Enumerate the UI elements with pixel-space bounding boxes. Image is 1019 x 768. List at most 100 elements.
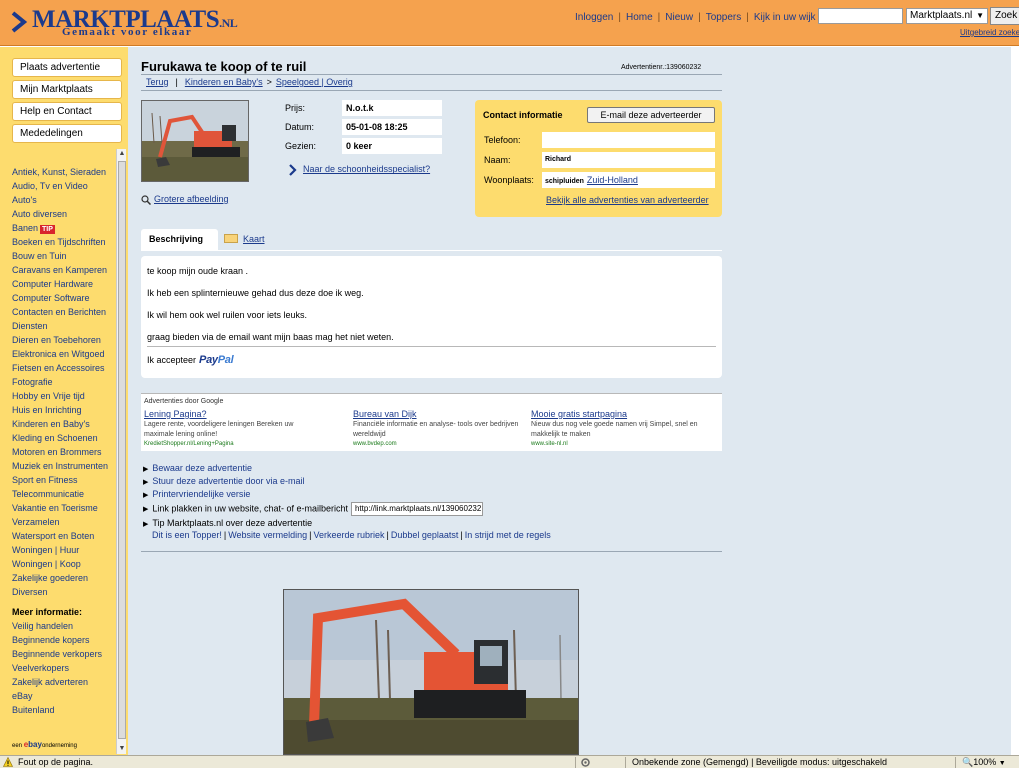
description-line: Ik wil hem ook wel ruilen voor iets leuk… bbox=[147, 310, 308, 320]
triangle-right-icon: ▶ bbox=[143, 479, 149, 486]
action-save[interactable]: ▶ Bewaar deze advertentie bbox=[143, 463, 252, 473]
category-link[interactable]: Caravans en Kamperen bbox=[12, 263, 114, 277]
google-ad[interactable]: Bureau van Dijk Financiële informatie en… bbox=[353, 409, 525, 447]
report-links: Dit is een Topper! | Website vermelding | Ve… bbox=[152, 530, 551, 540]
nav-home[interactable]: Home bbox=[626, 12, 653, 23]
category-link[interactable]: Audio, Tv en Video bbox=[12, 179, 114, 193]
divider bbox=[625, 757, 626, 768]
category-link[interactable]: Verzamelen bbox=[12, 515, 114, 529]
status-message[interactable]: Fout op de pagina. bbox=[18, 756, 93, 768]
nav-toppers[interactable]: Toppers bbox=[706, 12, 742, 23]
category-link[interactable]: Antiek, Kunst, Sieraden bbox=[12, 165, 114, 179]
zoom-level[interactable]: 🔍100% ▼ bbox=[962, 756, 1006, 768]
divider bbox=[141, 250, 722, 251]
category-link[interactable]: Muziek en Instrumenten bbox=[12, 459, 114, 473]
category-link[interactable]: Zakelijke goederen bbox=[12, 571, 114, 585]
info-link[interactable]: Zakelijk adverteren bbox=[12, 675, 114, 689]
info-link[interactable]: Veelverkopers bbox=[12, 661, 114, 675]
ad-main-image bbox=[283, 589, 579, 755]
specialist-link[interactable]: Naar de schoonheidsspecialist? bbox=[288, 163, 430, 177]
category-list: Antiek, Kunst, Sieraden Audio, Tv en Vid… bbox=[12, 165, 114, 717]
report-wrong-category[interactable]: Verkeerde rubriek bbox=[313, 530, 384, 540]
category-link[interactable]: Computer Hardware bbox=[12, 277, 114, 291]
sidebar-button-place-ad[interactable]: Plaats advertentie bbox=[12, 58, 122, 77]
advanced-search-link[interactable]: Uitgebreid zoeken bbox=[960, 28, 1019, 37]
breadcrumb-back[interactable]: Terug bbox=[146, 77, 169, 87]
tab-map[interactable]: Kaart bbox=[224, 230, 274, 249]
sidebar-scrollbar[interactable]: ▲ ▼ bbox=[116, 149, 126, 754]
report-website[interactable]: Website vermelding bbox=[228, 530, 307, 540]
scroll-down-icon[interactable]: ▼ bbox=[117, 744, 127, 754]
scroll-up-icon[interactable]: ▲ bbox=[117, 149, 127, 159]
ad-thumbnail-image[interactable] bbox=[141, 100, 249, 182]
category-link[interactable]: Auto diversen bbox=[12, 207, 114, 221]
category-link[interactable]: Kleding en Schoenen bbox=[12, 431, 114, 445]
category-link[interactable]: Bouw en Tuin bbox=[12, 249, 114, 263]
all-ads-link[interactable]: Bekijk alle advertenties van adverteerde… bbox=[546, 195, 709, 205]
category-link[interactable]: Woningen | Huur bbox=[12, 543, 114, 557]
site-tagline: Gemaakt voor elkaar bbox=[62, 26, 193, 38]
category-link[interactable]: Fietsen en Accessoires bbox=[12, 361, 114, 375]
name-label: Naam: bbox=[484, 155, 511, 165]
warning-icon[interactable] bbox=[3, 757, 13, 767]
category-link[interactable]: Fotografie bbox=[12, 375, 114, 389]
category-link[interactable]: Diversen bbox=[12, 585, 114, 599]
category-link[interactable]: Elektronica en Witgoed bbox=[12, 347, 114, 361]
larger-image-link[interactable]: Grotere afbeelding bbox=[141, 194, 229, 205]
category-link[interactable]: Kinderen en Baby's bbox=[12, 417, 114, 431]
category-link[interactable]: Boeken en Tijdschriften bbox=[12, 235, 114, 249]
tip-badge: TIP bbox=[40, 225, 55, 234]
security-zone: Onbekende zone (Gemengd) | Beveiligde mo… bbox=[632, 757, 887, 767]
nav-neighbourhood[interactable]: Kijk in uw wijk bbox=[754, 12, 816, 23]
tab-description[interactable]: Beschrijving bbox=[141, 229, 218, 250]
category-link[interactable]: Watersport en Boten bbox=[12, 529, 114, 543]
action-print[interactable]: ▶ Printervriendelijke versie bbox=[143, 489, 250, 499]
sidebar-button-help[interactable]: Help en Contact bbox=[12, 102, 122, 121]
date-value: 05-01-08 18:25 bbox=[342, 119, 442, 135]
chevron-down-icon: ▼ bbox=[976, 11, 984, 20]
breadcrumb-subcategory[interactable]: Speelgoed | Overig bbox=[276, 77, 353, 87]
google-ad[interactable]: Lening Pagina? Lagere rente, voordeliger… bbox=[144, 409, 316, 447]
category-link[interactable]: Huis en Inrichting bbox=[12, 403, 114, 417]
payment-accept: Ik accepteer PayPal bbox=[147, 354, 234, 366]
info-link[interactable]: Beginnende verkopers bbox=[12, 647, 114, 661]
email-advertiser-button[interactable]: E-mail deze adverteerder bbox=[587, 107, 715, 123]
category-link[interactable]: Sport en Fitness bbox=[12, 473, 114, 487]
report-duplicate[interactable]: Dubbel geplaatst bbox=[391, 530, 459, 540]
views-value: 0 keer bbox=[342, 138, 442, 154]
category-link[interactable]: Computer Software bbox=[12, 291, 114, 305]
search-button[interactable]: Zoek bbox=[990, 7, 1019, 25]
category-link[interactable]: Auto's bbox=[12, 193, 114, 207]
category-link[interactable]: Woningen | Koop bbox=[12, 557, 114, 571]
sidebar-button-announcements[interactable]: Mededelingen bbox=[12, 124, 122, 143]
nav-login[interactable]: Inloggen bbox=[575, 12, 613, 23]
info-link[interactable]: Beginnende kopers bbox=[12, 633, 114, 647]
breadcrumb-category[interactable]: Kinderen en Baby's bbox=[185, 77, 263, 87]
category-link[interactable]: Telecommunicatie bbox=[12, 487, 114, 501]
report-rules[interactable]: In strijd met de regels bbox=[465, 530, 551, 540]
category-link[interactable]: Dieren en Toebehoren bbox=[12, 333, 114, 347]
ad-number: Advertentienr.:139060232 bbox=[621, 64, 702, 71]
info-link[interactable]: Veilig handelen bbox=[12, 619, 114, 633]
category-link[interactable]: Contacten en Berichten bbox=[12, 305, 114, 319]
paypal-logo: PayPal bbox=[199, 354, 234, 366]
info-link[interactable]: eBay bbox=[12, 689, 114, 703]
scrollbar-thumb[interactable] bbox=[118, 161, 126, 739]
google-ad[interactable]: Mooie gratis startpagina Nieuw dus nog v… bbox=[531, 409, 703, 447]
info-link[interactable]: Buitenland bbox=[12, 703, 114, 717]
chevron-down-icon: ▼ bbox=[998, 760, 1006, 767]
search-input[interactable] bbox=[818, 8, 903, 24]
category-link[interactable]: Banen TIP bbox=[12, 221, 114, 235]
category-link[interactable]: Hobby en Vrije tijd bbox=[12, 389, 114, 403]
action-send-email[interactable]: ▶ Stuur deze advertentie door via e-mail bbox=[143, 476, 304, 486]
site-header: MARKTPLAATS.NL Gemaakt voor elkaar Inlog… bbox=[0, 0, 1019, 46]
sidebar-button-my-marktplaats[interactable]: Mijn Marktplaats bbox=[12, 80, 122, 99]
nav-new[interactable]: Nieuw bbox=[665, 12, 693, 23]
province-link[interactable]: Zuid-Holland bbox=[587, 175, 638, 185]
category-link[interactable]: Diensten bbox=[12, 319, 114, 333]
ad-link-field[interactable]: http://link.marktplaats.nl/139060232 bbox=[350, 502, 483, 516]
report-topper[interactable]: Dit is een Topper! bbox=[152, 530, 222, 540]
category-link[interactable]: Vakantie en Toerisme bbox=[12, 501, 114, 515]
search-scope-select[interactable]: Marktplaats.nl ▼ bbox=[906, 8, 988, 24]
category-link[interactable]: Motoren en Brommers bbox=[12, 445, 114, 459]
